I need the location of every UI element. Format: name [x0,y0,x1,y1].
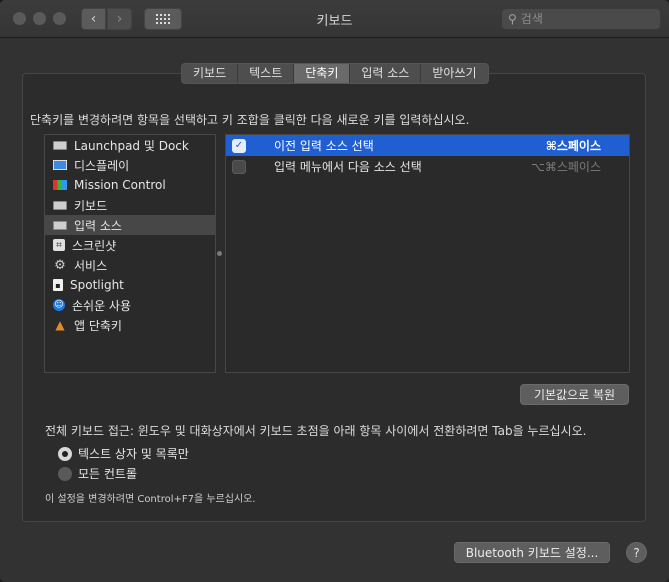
screenshot-icon: ⌗ [53,239,65,251]
radio-text-boxes-lists[interactable]: 텍스트 상자 및 목록만 [58,445,189,462]
category-item[interactable]: ▪ Spotlight [45,275,215,295]
category-label: Mission Control [74,178,166,192]
tab-4[interactable]: 받아쓰기 [421,64,487,83]
category-item[interactable]: ☺ 손쉬운 사용 [45,295,215,315]
category-label: 손쉬운 사용 [72,298,132,313]
search-input[interactable] [520,12,641,26]
help-button[interactable]: ? [626,542,647,563]
instruction-text: 단축키를 변경하려면 항목을 선택하고 키 조합을 클릭한 다음 새로운 키를 … [30,113,470,127]
search-field[interactable]: ⚲ [501,8,661,30]
split-handle[interactable] [217,251,222,256]
shortcut-row[interactable]: ✓ 이전 입력 소스 선택 ⌘스페이스 [226,135,629,156]
category-label: Spotlight [70,278,124,292]
shortcut-key[interactable]: ⌘스페이스 [546,137,601,154]
category-item[interactable]: 디스플레이 [45,155,215,175]
tab-0[interactable]: 키보드 [182,64,239,83]
category-label: 서비스 [74,258,108,273]
accessibility-icon: ☺ [53,299,65,311]
category-item[interactable]: ▲ 앱 단축키 [45,315,215,335]
radio-label: 모든 컨트롤 [78,467,138,481]
category-label: 스크린샷 [72,238,117,253]
category-label: 앱 단축키 [74,318,122,333]
category-label: Launchpad 및 Dock [74,138,189,153]
category-label: 입력 소스 [74,218,122,233]
shortcut-key[interactable]: ⌥⌘스페이스 [531,158,601,175]
restore-defaults-button[interactable]: 기본값으로 복원 [520,384,629,405]
shortcut-row[interactable]: 입력 메뉴에서 다음 소스 선택 ⌥⌘스페이스 [226,156,629,177]
category-item[interactable]: ⌗ 스크린샷 [45,235,215,255]
radio-label: 텍스트 상자 및 목록만 [78,447,189,461]
shortcut-list[interactable]: ✓ 이전 입력 소스 선택 ⌘스페이스입력 메뉴에서 다음 소스 선택 ⌥⌘스페이스 [225,134,630,373]
mission-control-icon [53,180,67,190]
shortcut-checkbox[interactable] [232,159,246,174]
launchpad-icon [53,140,67,150]
hint-text: 이 설정을 변경하려면 Control+F7을 누르십시오. [45,494,256,505]
shortcut-label: 이전 입력 소스 선택 [274,139,374,153]
category-item[interactable]: Launchpad 및 Dock [45,135,215,155]
preferences-window: ‹ › 키보드 ⚲ 키보드텍스트단축키입력 소스받아쓰기 단축키를 변경하려면 … [0,0,669,582]
full-keyboard-access-label: 전체 키보드 접근: 윈도우 및 대화상자에서 키보드 초점을 아래 항목 사이… [45,424,587,438]
shortcut-checkbox[interactable]: ✓ [232,138,246,153]
tab-3[interactable]: 입력 소스 [350,64,422,83]
tab-bar: 키보드 텍스트 단축키 입력 소스 받아쓰기 [181,63,489,84]
category-item[interactable]: 입력 소스 [45,215,215,235]
bluetooth-keyboard-setup-button[interactable]: Bluetooth 키보드 설정... [454,542,610,563]
radio-button[interactable] [58,466,72,481]
category-label: 디스플레이 [74,158,130,173]
radio-button[interactable] [58,446,72,461]
radio-all-controls[interactable]: 모든 컨트롤 [58,465,137,482]
shortcut-label: 입력 메뉴에서 다음 소스 선택 [274,160,422,174]
input-source-icon [53,220,67,230]
spotlight-icon: ▪ [53,279,63,291]
category-item[interactable]: Mission Control [45,175,215,195]
tab-1[interactable]: 텍스트 [238,64,295,83]
gear-icon: ⚙ [54,257,66,273]
category-item[interactable]: 키보드 [45,195,215,215]
category-label: 키보드 [74,198,108,213]
display-icon [53,160,67,170]
category-list[interactable]: Launchpad 및 Dock 디스플레이 Mission Control 키보드입… [44,134,216,373]
tab-2[interactable]: 단축키 [294,64,351,83]
title-bar: ‹ › 키보드 ⚲ [0,0,669,38]
category-item[interactable]: ⚙ 서비스 [45,255,215,275]
keyboard-icon [53,200,67,210]
app-shortcuts-icon: ▲ [55,318,65,332]
search-icon: ⚲ [508,12,517,26]
